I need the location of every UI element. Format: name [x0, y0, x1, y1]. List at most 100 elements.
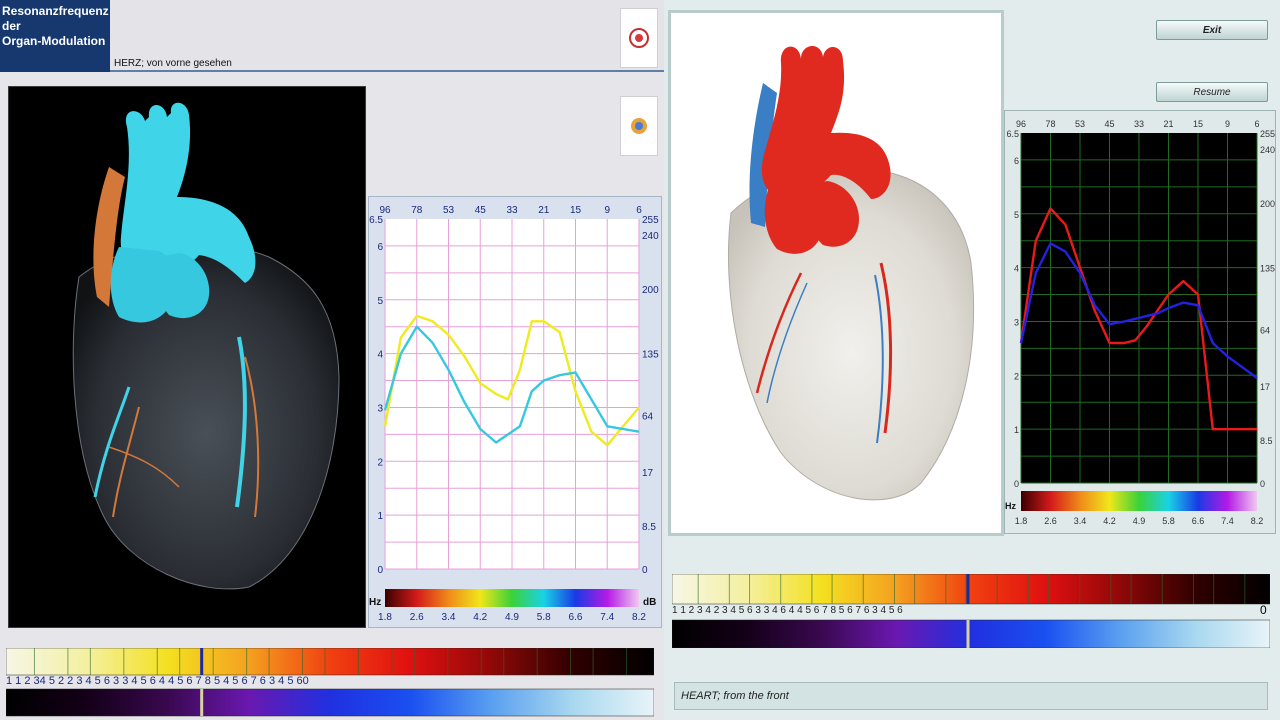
title-line-2: der [2, 19, 21, 33]
screen: Resonanzfrequenz der Organ-Modulation HE… [0, 0, 1280, 720]
right-tick-label: 17 [642, 468, 654, 479]
top-tick-label: 96 [1016, 119, 1026, 129]
chart-right-svg: 96 78 53 45 33 21 15 9 66.5654321025524020013564… [1005, 119, 1275, 526]
top-tick-label: 53 [443, 205, 455, 216]
record-icon[interactable] [620, 8, 658, 68]
strip-scale-left: 1 1 2 34 5 2 2 3 4 5 6 3 3 4 5 6 4 4 5 6… [6, 675, 309, 687]
top-tick-label: 21 [1163, 119, 1173, 129]
left-tick-label: 2 [377, 457, 383, 468]
heart-illustration [668, 10, 1004, 536]
left-tick-label: 5 [377, 296, 383, 307]
top-tick-label: 45 [1104, 119, 1114, 129]
left-tick-label: 3 [377, 403, 383, 414]
left-tick-label: 1 [1014, 425, 1019, 435]
unit-label-left: Hz [1005, 501, 1016, 511]
frequency-strip-right: 1 1 2 3 4 2 3 4 5 6 3 3 4 6 4 4 5 6 7 8 … [671, 573, 1271, 649]
bottom-tick-label: 1.8 [378, 612, 392, 623]
organ-caption: HERZ; von vorne gesehen [114, 58, 232, 69]
bottom-tick-label: 1.8 [1015, 516, 1028, 526]
top-tick-label: 6 [1254, 119, 1259, 129]
bottom-tick-label: 8.2 [632, 612, 646, 623]
resonance-chart-right: 96 78 53 45 33 21 15 9 6 6.5 6 5 4 3 2 1 0 255 240 200 135 64… [1004, 110, 1276, 534]
top-tick-label: 15 [570, 205, 582, 216]
bottom-tick-label: 7.4 [1221, 516, 1234, 526]
left-tick-label: 5 [1014, 210, 1019, 220]
right-tick-label: 240 [642, 231, 659, 242]
strip-end-label: 0 [1260, 603, 1267, 617]
left-tick-label: 1 [377, 511, 383, 522]
left-tick-label: 6 [377, 242, 383, 253]
unit-label-right: dB [643, 597, 656, 608]
right-tick-label: 0 [1260, 479, 1265, 489]
settings-icon[interactable] [620, 96, 658, 156]
top-tick-label: 78 [411, 205, 423, 216]
organ-caption-english: HEART; from the front [674, 682, 1268, 710]
bottom-tick-label: 3.4 [1074, 516, 1087, 526]
strip-bottom-band [671, 619, 1271, 649]
top-tick-label: 21 [538, 205, 550, 216]
strip-top-band [5, 647, 655, 676]
strip-scale-right: 1 1 2 3 4 2 3 4 5 6 3 3 4 6 4 4 5 6 7 8 … [672, 605, 903, 616]
right-tick-label: 255 [642, 215, 659, 226]
bottom-tick-label: 5.8 [537, 612, 551, 623]
bottom-tick-label: 4.2 [1103, 516, 1116, 526]
left-tick-label: 0 [377, 565, 383, 576]
top-tick-label: 53 [1075, 119, 1085, 129]
right-tick-label: 0 [642, 565, 648, 576]
spectrum-bar [385, 589, 639, 607]
left-tick-label: 2 [1014, 371, 1019, 381]
bottom-tick-label: 7.4 [600, 612, 614, 623]
top-tick-label: 9 [1225, 119, 1230, 129]
resume-button[interactable]: Resume [1156, 82, 1268, 102]
left-tick-label: 6.5 [369, 215, 383, 226]
right-tick-label: 8.5 [642, 522, 656, 533]
bottom-tick-label: 3.4 [442, 612, 456, 623]
app-title: Resonanzfrequenz der Organ-Modulation [0, 0, 110, 72]
strip-top-band [671, 573, 1271, 605]
right-panel: Exit Resume 96 78 53 45 33 21 15 9 6 6.5 6 5 4 3 2 1 0 25… [664, 0, 1280, 720]
right-tick-label: 17 [1260, 382, 1270, 392]
left-tick-label: 6.5 [1006, 129, 1019, 139]
bottom-tick-label: 2.6 [1044, 516, 1057, 526]
strip-bottom-band [5, 688, 655, 717]
bottom-tick-label: 6.6 [569, 612, 583, 623]
bottom-tick-label: 4.9 [505, 612, 519, 623]
left-tick-label: 0 [1014, 479, 1019, 489]
right-tick-label: 64 [642, 412, 654, 423]
frequency-strip-left: 1 1 2 34 5 2 2 3 4 5 6 3 3 4 5 6 4 4 5 6… [5, 647, 655, 718]
left-tick-label: 3 [1014, 317, 1019, 327]
heart-anatomy-icon [727, 45, 975, 501]
unit-label-left: Hz [369, 597, 381, 608]
right-tick-label: 135 [1260, 264, 1275, 274]
right-tick-label: 135 [642, 350, 659, 361]
resonance-chart-left: 96 78 53 45 33 21 15 9 6 6.5 6 5 4 3 2 1 0 255 240 200 135 64… [368, 196, 662, 628]
right-tick-label: 200 [642, 285, 659, 296]
title-line-1: Resonanzfrequenz [2, 4, 109, 18]
right-tick-label: 255 [1260, 129, 1275, 139]
left-tick-label: 4 [377, 350, 383, 361]
right-tick-label: 240 [1260, 145, 1275, 155]
top-tick-label: 78 [1045, 119, 1055, 129]
bottom-tick-label: 4.2 [473, 612, 487, 623]
left-panel: Resonanzfrequenz der Organ-Modulation HE… [0, 0, 664, 720]
exit-button[interactable]: Exit [1156, 20, 1268, 40]
top-tick-label: 15 [1193, 119, 1203, 129]
bottom-tick-label: 4.9 [1133, 516, 1146, 526]
bottom-tick-label: 8.2 [1251, 516, 1264, 526]
top-tick-label: 33 [1134, 119, 1144, 129]
bottom-tick-label: 2.6 [410, 612, 424, 623]
heart-anatomy-image [8, 86, 366, 628]
title-line-3: Organ-Modulation [2, 34, 106, 48]
top-tick-label: 9 [604, 205, 610, 216]
heart-anatomy-icon [72, 102, 340, 590]
top-tick-label: 45 [475, 205, 487, 216]
left-tick-label: 4 [1014, 264, 1019, 274]
top-tick-label: 33 [506, 205, 518, 216]
left-tick-label: 6 [1014, 156, 1019, 166]
spectrum-bar [1021, 491, 1257, 511]
right-tick-label: 200 [1260, 199, 1275, 209]
right-tick-label: 64 [1260, 326, 1270, 336]
chart-left-svg: 96 78 53 45 33 21 15 9 66.5654321025524020013564… [369, 205, 659, 623]
right-tick-label: 8.5 [1260, 436, 1273, 446]
bottom-tick-label: 5.8 [1162, 516, 1175, 526]
